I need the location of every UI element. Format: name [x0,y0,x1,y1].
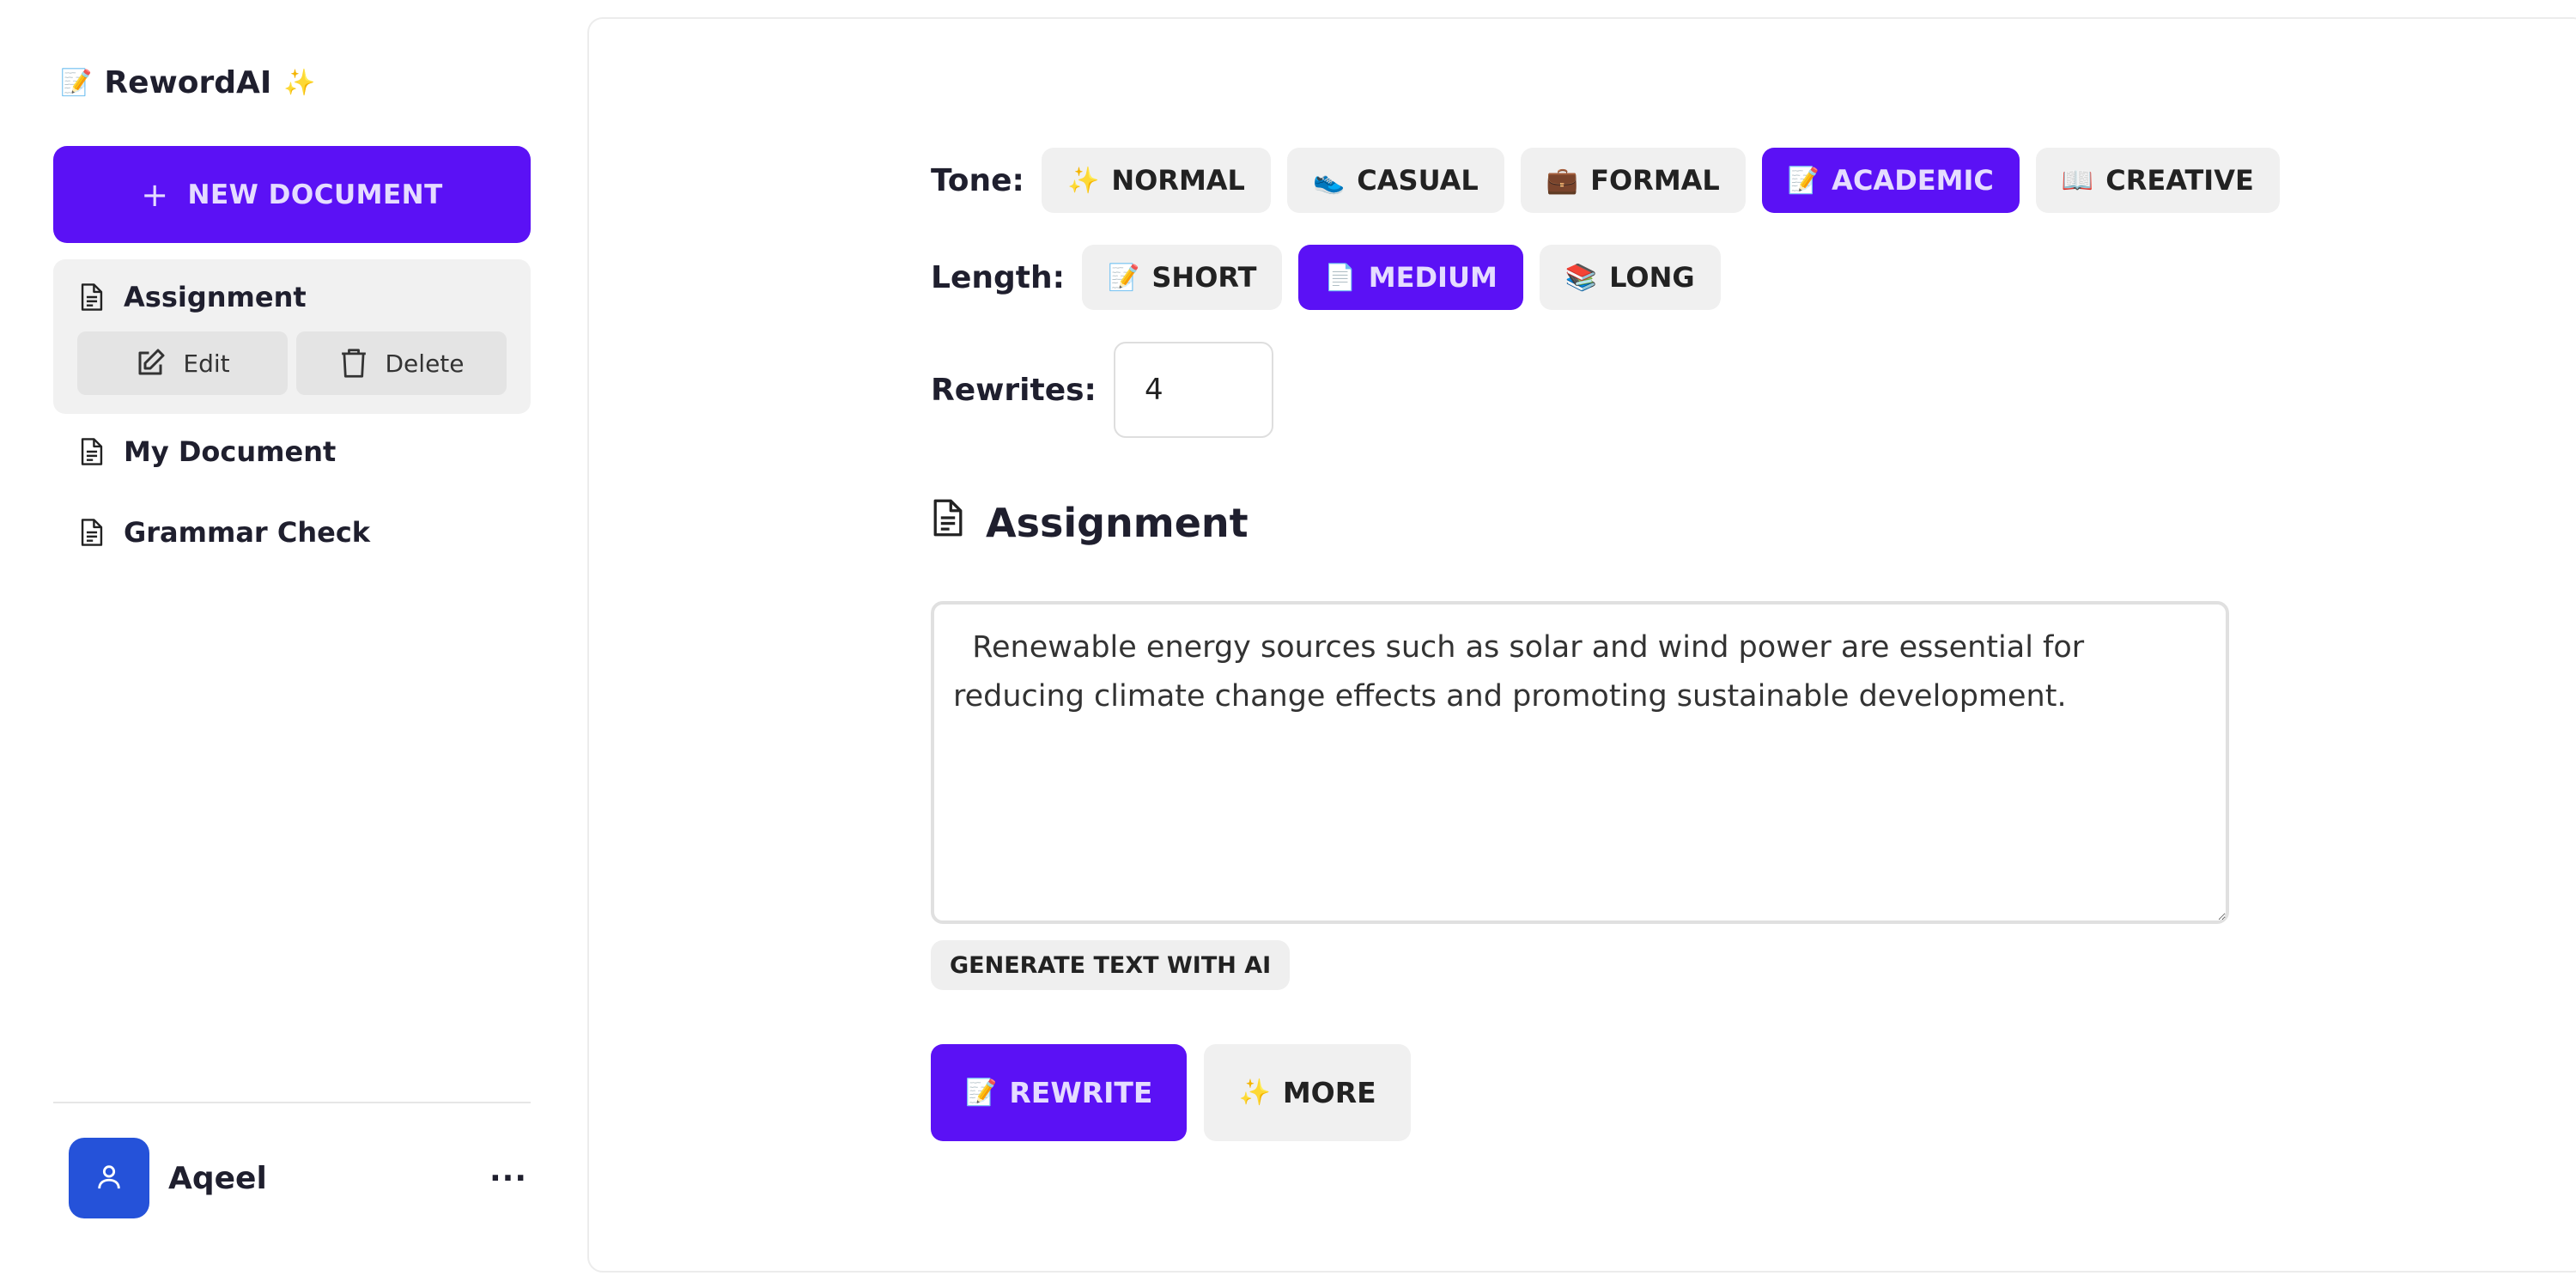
length-label: Length: [931,259,1065,295]
tone-academic[interactable]: 📝 ACADEMIC [1761,148,2020,213]
document-text-editor[interactable]: Renewable energy sources such as solar a… [931,601,2229,924]
document-title-heading: Assignment [986,499,1249,546]
sparkles-icon: ✨ [1238,1078,1271,1108]
document-item-active: Assignment Edit Delete [53,259,531,414]
rewrite-button[interactable]: 📝 REWRITE [931,1044,1188,1141]
sidebar: 📝 RewordAI ✨ + NEW DOCUMENT Assignment E… [0,0,587,1288]
document-icon [79,518,105,547]
more-options-icon[interactable]: ··· [489,1161,527,1196]
rewrite-label: REWRITE [1009,1076,1153,1109]
tone-creative[interactable]: 📖 CREATIVE [2035,148,2280,213]
books-icon: 📚 [1564,262,1598,293]
new-document-label: NEW DOCUMENT [187,179,443,210]
sparkles-icon: ✨ [283,67,316,98]
more-label: MORE [1282,1076,1376,1109]
edit-label: Edit [183,349,230,378]
document-icon [79,437,105,466]
sidebar-divider [53,1102,531,1103]
tone-normal[interactable]: ✨ NORMAL [1041,148,1271,213]
memo-icon: 📝 [1787,165,1820,196]
avatar[interactable] [69,1138,149,1218]
document-title: Grammar Check [124,516,371,549]
user-profile[interactable]: Aqeel ··· [69,1138,531,1218]
delete-button[interactable]: Delete [296,331,507,395]
generate-text-button[interactable]: GENERATE TEXT WITH AI [931,940,1291,990]
length-option-label: SHORT [1151,261,1257,294]
length-medium[interactable]: 📄 MEDIUM [1298,245,1523,310]
document-heading: Assignment [931,498,1249,547]
tone-option-label: ACADEMIC [1832,164,1994,197]
document-icon [79,283,105,312]
edit-button[interactable]: Edit [77,331,288,395]
length-short[interactable]: 📝 SHORT [1082,245,1283,310]
tone-formal[interactable]: 💼 FORMAL [1520,148,1746,213]
memo-icon: 📝 [965,1078,998,1108]
document-icon [931,498,965,547]
document-item-grammar-check[interactable]: Grammar Check [53,510,531,555]
tone-option-label: CASUAL [1357,164,1479,197]
sparkles-icon: ✨ [1066,165,1100,196]
document-item-my-document[interactable]: My Document [53,429,531,474]
rewrites-label: Rewrites: [931,372,1097,408]
tone-option-label: CREATIVE [2105,164,2254,197]
trash-icon [339,348,368,379]
more-button[interactable]: ✨ MORE [1204,1044,1411,1141]
tone-option-label: NORMAL [1111,164,1245,197]
length-option-label: LONG [1609,261,1695,294]
memo-icon: 📝 [1108,262,1140,293]
tone-casual[interactable]: 👟 CASUAL [1286,148,1504,213]
app-name: RewordAI [104,64,272,100]
briefcase-icon: 💼 [1546,165,1579,196]
action-buttons: 📝 REWRITE ✨ MORE [931,1044,1411,1141]
tone-row: Tone: ✨ NORMAL 👟 CASUAL 💼 FORMAL 📝 ACADE… [931,148,2296,213]
document-title: Assignment [124,281,307,313]
tone-label: Tone: [931,162,1024,198]
document-list: Assignment Edit Delete My Document Gramm… [53,259,531,555]
generate-text-label: GENERATE TEXT WITH AI [950,951,1272,979]
length-row: Length: 📝 SHORT 📄 MEDIUM 📚 LONG [931,245,1737,310]
sneaker-icon: 👟 [1312,165,1346,196]
user-icon [94,1162,124,1194]
open-book-icon: 📖 [2061,165,2094,196]
memo-icon: 📝 [60,67,93,98]
rewrites-input[interactable] [1113,342,1273,438]
page-icon: 📄 [1324,262,1357,293]
new-document-button[interactable]: + NEW DOCUMENT [53,146,531,243]
plus-icon: + [141,175,169,214]
rewrites-row: Rewrites: [931,342,1273,438]
length-option-label: MEDIUM [1368,261,1498,294]
length-long[interactable]: 📚 LONG [1539,245,1721,310]
document-actions: Edit Delete [77,331,507,395]
user-name: Aqeel [168,1160,267,1196]
delete-label: Delete [385,349,465,378]
tone-option-label: FORMAL [1590,164,1720,197]
app-logo[interactable]: 📝 RewordAI ✨ [60,60,316,105]
edit-icon [135,348,166,379]
document-item-assignment[interactable]: Assignment [53,275,307,319]
document-title: My Document [124,435,337,468]
